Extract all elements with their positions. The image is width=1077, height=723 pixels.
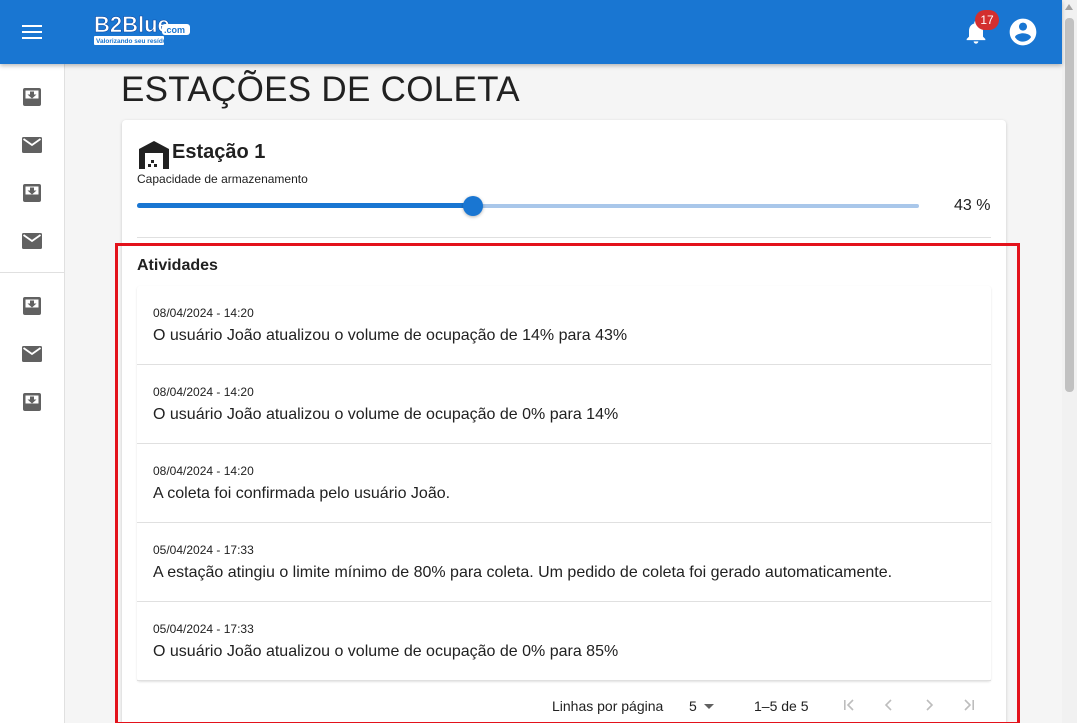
sidebar-item-inbox-2[interactable]	[16, 177, 48, 209]
activity-date: 08/04/2024 - 14:20	[153, 306, 254, 320]
card-divider	[137, 237, 991, 238]
rows-per-page-value: 5	[689, 698, 697, 714]
menu-button[interactable]	[14, 14, 50, 50]
activity-text: A coleta foi confirmada pelo usuário Joã…	[153, 485, 451, 502]
activity-date: 05/04/2024 - 17:33	[153, 543, 254, 557]
station-card: Estação 1 Capacidade de armazenamento 43…	[122, 120, 1006, 723]
first-page-icon	[844, 699, 854, 711]
app-bar: B2Blue .com Valorizando seu resíduo 17	[0, 0, 1062, 64]
svg-text:B2Blue: B2Blue	[94, 12, 170, 37]
activity-text: O usuário João atualizou o volume de ocu…	[153, 643, 619, 660]
activities-list: 08/04/2024 - 14:20 O usuário João atuali…	[137, 286, 991, 681]
station-name: Estação 1	[172, 141, 266, 163]
b2blue-logo[interactable]: B2Blue .com Valorizando seu resíduo	[92, 10, 192, 48]
capacity-label: Capacidade de armazenamento	[137, 172, 308, 186]
activity-text: O usuário João atualizou o volume de ocu…	[153, 406, 619, 423]
sidebar-divider	[0, 272, 64, 273]
activity-date: 05/04/2024 - 17:33	[153, 622, 254, 636]
rows-per-page-label: Linhas por página	[552, 698, 664, 714]
sidebar-item-inbox-1[interactable]	[16, 81, 48, 113]
capacity-value: 43 %	[954, 197, 991, 214]
sidebar-item-mail-1[interactable]	[16, 129, 48, 161]
sidebar-item-inbox-4[interactable]	[16, 386, 48, 418]
sidebar-item-inbox-3[interactable]	[16, 290, 48, 322]
slider-track	[137, 203, 473, 208]
scroll-thumb[interactable]	[1065, 18, 1074, 392]
last-page-button[interactable]	[957, 693, 981, 717]
rows-per-page-select[interactable]: 5	[689, 696, 719, 718]
activity-item: 05/04/2024 - 17:33 O usuário João atuali…	[137, 602, 991, 681]
activity-item: 08/04/2024 - 14:20 O usuário João atuali…	[137, 286, 991, 365]
account-circle-icon	[1009, 18, 1037, 46]
svg-text:Valorizando seu resíduo: Valorizando seu resíduo	[96, 38, 171, 45]
sidebar-item-mail-2[interactable]	[16, 225, 48, 257]
activity-item: 08/04/2024 - 14:20 O usuário João atuali…	[137, 365, 991, 444]
mail-icon	[22, 233, 42, 249]
page-scrollbar[interactable]	[1062, 0, 1077, 723]
chevron-right-icon	[926, 699, 934, 711]
next-page-button[interactable]	[917, 693, 941, 717]
activity-text: O usuário João atualizou o volume de ocu…	[153, 327, 628, 344]
page-title: ESTAÇÕES DE COLETA	[121, 70, 520, 109]
first-page-button[interactable]	[837, 693, 861, 717]
sidebar	[0, 64, 65, 723]
slider-thumb[interactable]	[463, 196, 483, 216]
account-button[interactable]	[1007, 16, 1039, 48]
warehouse-icon	[139, 141, 169, 169]
inbox-download-icon	[23, 88, 41, 106]
activity-text: A estação atingiu o limite mínimo de 80%…	[153, 564, 893, 581]
notification-count-badge: 17	[975, 10, 999, 30]
activity-item: 05/04/2024 - 17:33 A estação atingiu o l…	[137, 523, 991, 602]
pagination-range: 1–5 de 5	[754, 698, 809, 714]
mail-icon	[22, 346, 42, 362]
last-page-icon	[964, 699, 974, 711]
activities-heading: Atividades	[137, 257, 218, 274]
previous-page-button[interactable]	[877, 693, 901, 717]
activity-date: 08/04/2024 - 14:20	[153, 464, 254, 478]
inbox-download-icon	[23, 393, 41, 411]
inbox-download-icon	[23, 184, 41, 202]
inbox-download-icon	[23, 297, 41, 315]
capacity-slider[interactable]	[137, 196, 919, 216]
chevron-left-icon	[884, 699, 892, 711]
scroll-up-arrow[interactable]	[1065, 4, 1073, 10]
sidebar-item-mail-3[interactable]	[16, 338, 48, 370]
pagination: Linhas por página 5 1–5 de 5	[137, 683, 991, 723]
menu-icon	[22, 25, 42, 39]
activity-item: 08/04/2024 - 14:20 A coleta foi confirma…	[137, 444, 991, 523]
caret-down-icon	[704, 704, 714, 709]
mail-icon	[22, 137, 42, 153]
activity-date: 08/04/2024 - 14:20	[153, 385, 254, 399]
svg-text:.com: .com	[164, 25, 185, 35]
